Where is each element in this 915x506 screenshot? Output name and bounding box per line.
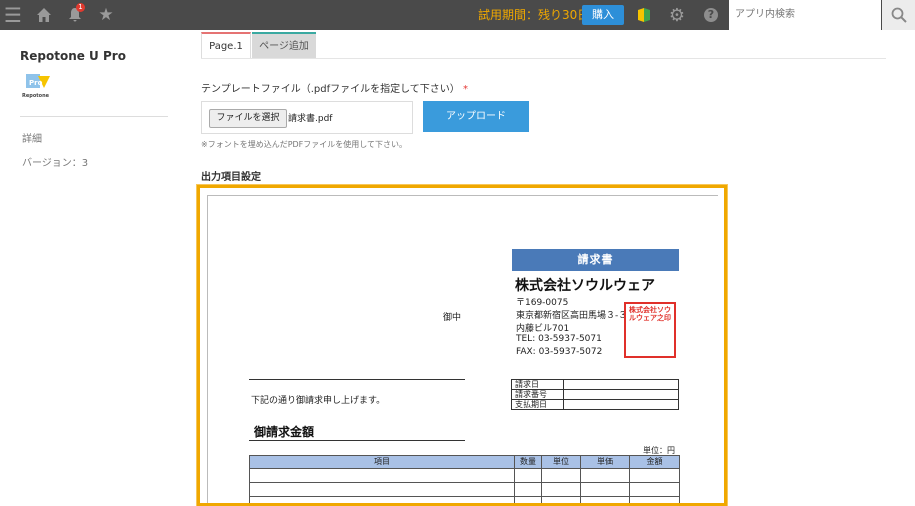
info-label-number: 請求番号 — [512, 390, 564, 400]
search-button[interactable] — [882, 0, 915, 30]
recipient-line — [249, 379, 465, 380]
menu-icon[interactable]: ☰ — [2, 0, 24, 30]
version-label: バージョン：3 — [22, 154, 88, 169]
upload-button[interactable]: アップロード — [423, 101, 529, 132]
table-row — [250, 483, 680, 497]
seal-text: 株式会社ソウルウェア之印 — [628, 306, 672, 322]
invoice-document: 請求書 株式会社ソウルウェア 〒169-0075 東京都新宿区高田馬場３-３ 内… — [207, 195, 718, 506]
help-icon[interactable]: ? — [701, 0, 721, 30]
tab-add-page[interactable]: ページ追加 — [252, 32, 316, 59]
search-field[interactable] — [729, 0, 881, 30]
onchu-label: 御中 — [443, 310, 461, 323]
app-name: Repotone U Pro — [20, 49, 126, 63]
app-logo: Pro Repotone — [20, 72, 56, 100]
info-value — [564, 400, 679, 410]
sidebar-divider — [20, 116, 168, 117]
invoice-title: 請求書 — [512, 249, 679, 271]
address-line-2: 内藤ビル701 — [516, 321, 569, 334]
tab-page-1[interactable]: Page.1 — [201, 32, 251, 59]
selected-file-name: 請求書.pdf — [288, 111, 332, 124]
items-table: 項目 数量 単位 単価 金額 — [249, 455, 680, 506]
info-label-due: 支払期日 — [512, 400, 564, 410]
column-header-price: 単価 — [581, 456, 630, 469]
top-bar: ☰ 1 ★ 試用期間：残り30日 購入 ⚙ ? — [0, 0, 915, 30]
svg-text:Pro: Pro — [29, 79, 43, 87]
leaf-icon[interactable] — [634, 0, 654, 30]
amount-label: 御請求金額 — [254, 423, 314, 440]
table-row — [250, 469, 680, 483]
column-header-unit: 単位 — [542, 456, 581, 469]
postal-code: 〒169-0075 — [516, 295, 568, 308]
gear-icon[interactable]: ⚙ — [667, 0, 687, 30]
invoice-info-table: 請求日 請求番号 支払期日 — [511, 379, 679, 410]
pdf-preview-frame[interactable]: 請求書 株式会社ソウルウェア 〒169-0075 東京都新宿区高田馬場３-３ 内… — [197, 185, 727, 506]
template-file-label-text: テンプレートファイル（.pdfファイルを指定して下さい） — [201, 84, 460, 95]
search-input[interactable] — [729, 0, 875, 28]
buy-button[interactable]: 購入 — [582, 5, 624, 25]
address-line-1: 東京都新宿区高田馬場３-３ — [516, 308, 627, 321]
home-icon[interactable] — [33, 0, 55, 30]
column-header-item: 項目 — [250, 456, 515, 469]
table-row: 請求日 — [512, 380, 679, 390]
sidebar: Repotone U Pro Pro Repotone 詳細 バージョン：3 — [0, 30, 170, 504]
info-value — [564, 380, 679, 390]
sidebar-item-detail[interactable]: 詳細 — [22, 130, 42, 145]
trial-period-text: 試用期間：残り30日 — [478, 0, 589, 30]
output-settings-label: 出力項目設定 — [201, 168, 261, 183]
column-header-amount: 金額 — [630, 456, 680, 469]
pdf-font-note: ※フォントを埋め込んだPDFファイルを使用して下さい。 — [201, 139, 407, 150]
company-name: 株式会社ソウルウェア — [515, 275, 655, 295]
choose-file-button[interactable]: ファイルを選択 — [209, 109, 287, 128]
table-row — [250, 497, 680, 506]
info-label-date: 請求日 — [512, 380, 564, 390]
required-mark: * — [463, 84, 468, 95]
tabs-divider — [201, 58, 886, 59]
template-file-label: テンプレートファイル（.pdfファイルを指定して下さい） * — [201, 80, 468, 95]
tel-number: TEL: 03-5937-5071 — [516, 334, 602, 344]
amount-line — [249, 440, 465, 441]
table-row: 請求番号 — [512, 390, 679, 400]
file-input[interactable]: ファイルを選択 請求書.pdf — [201, 101, 413, 134]
notification-badge: 1 — [76, 3, 85, 12]
star-icon[interactable]: ★ — [95, 0, 117, 30]
info-value — [564, 390, 679, 400]
table-header-row: 項目 数量 単位 単価 金額 — [250, 456, 680, 469]
table-row: 支払期日 — [512, 400, 679, 410]
greeting-text: 下記の通り御請求申し上げます。 — [251, 393, 385, 406]
search-icon — [891, 7, 907, 23]
column-header-qty: 数量 — [515, 456, 542, 469]
fax-number: FAX: 03-5937-5072 — [516, 347, 602, 357]
svg-text:Repotone: Repotone — [22, 93, 50, 99]
company-seal: 株式会社ソウルウェア之印 — [624, 302, 676, 358]
